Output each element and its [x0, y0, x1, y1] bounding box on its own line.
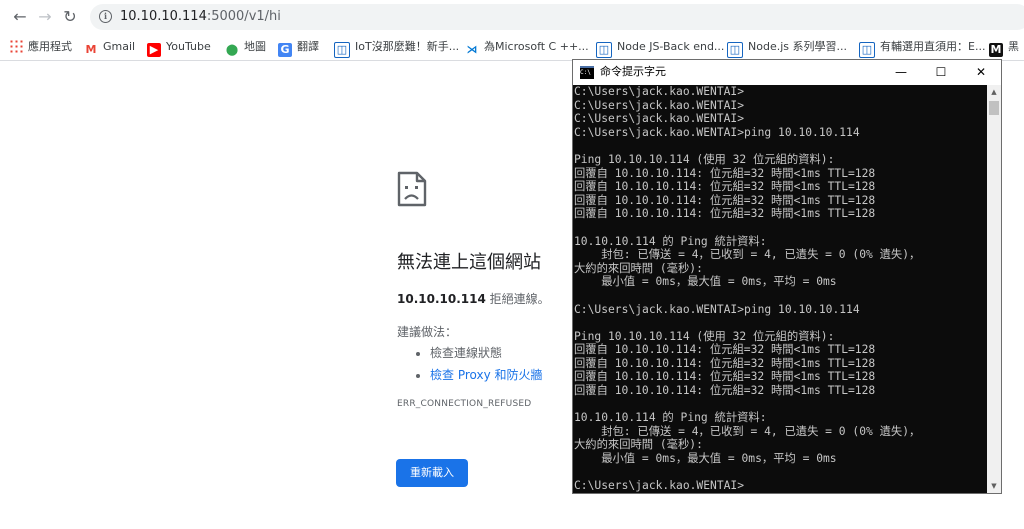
bookmark-label: Node.js 系列學習...: [748, 40, 847, 53]
cmd-line: C:\Users\jack.kao.WENTAI>ping 10.10.10.1…: [574, 302, 860, 316]
cmd-line: 回覆自 10.10.10.114: 位元組=32 時間<1ms TTL=128: [574, 207, 876, 221]
bookmark-label: 黑: [1008, 40, 1019, 53]
dark-site-icon: M: [989, 43, 1003, 57]
cmd-line: C:\Users\jack.kao.WENTAI>: [574, 112, 745, 126]
cmd-titlebar[interactable]: C:\ 命令提示字元 — ☐ ✕: [573, 60, 1001, 85]
cmd-line: C:\Users\jack.kao.WENTAI>: [574, 479, 745, 493]
cmd-line: Ping 10.10.10.114 (使用 32 位元組的資料):: [574, 152, 835, 166]
bookmark-nodejs-series[interactable]: ◫ Node.js 系列學習...: [727, 38, 847, 58]
cmd-line: Ping 10.10.10.114 (使用 32 位元組的資料):: [574, 329, 835, 343]
error-title: 無法連上這個網站: [397, 252, 541, 273]
bookmark-maps[interactable]: ⬤ 地圖: [225, 38, 266, 56]
url-text[interactable]: 10.10.10.114:5000/v1/hi: [120, 8, 281, 26]
bookmark-misc[interactable]: ◫ 有輔選用直須用：E...: [859, 38, 986, 58]
cmd-line: 回覆自 10.10.10.114: 位元組=32 時間<1ms TTL=128: [574, 370, 876, 384]
youtube-icon: ▶: [147, 43, 161, 57]
site-icon: ◫: [334, 42, 350, 58]
bookmark-iot[interactable]: ◫ IoT沒那麼難！新手...: [334, 38, 460, 58]
cmd-line: 10.10.10.114 的 Ping 統計資料:: [574, 234, 767, 248]
cmd-line: 封包: 已傳送 = 4，已收到 = 4, 已遺失 = 0 (0% 遺失)，: [574, 248, 921, 262]
cmd-line: [574, 289, 920, 303]
cmd-line: 最小值 = 0ms，最大值 = 0ms，平均 = 0ms: [574, 275, 837, 289]
gmail-icon: M: [85, 43, 97, 56]
close-button[interactable]: ✕: [961, 60, 1001, 85]
forward-button[interactable]: →: [35, 7, 55, 27]
url-path: :5000/v1/hi: [206, 9, 281, 24]
bookmark-label: 應用程式: [28, 40, 72, 53]
maximize-button[interactable]: ☐: [921, 60, 961, 85]
cmd-line: 大約的來回時間 (毫秒):: [574, 261, 703, 275]
apps-icon: [9, 39, 23, 53]
cmd-line: C:\Users\jack.kao.WENTAI>: [574, 85, 745, 98]
browser-toolbar: ← → ↻ i 10.10.10.114:5000/v1/hi: [0, 0, 1024, 35]
cmd-console[interactable]: C:\Users\jack.kao.WENTAI> C:\Users\jack.k…: [573, 85, 987, 493]
cmd-line: 回覆自 10.10.10.114: 位元組=32 時間<1ms TTL=128: [574, 343, 876, 357]
suggestions-label: 建議做法：: [397, 325, 458, 339]
cmd-line: C:\Users\jack.kao.WENTAI>ping 10.10.10.1…: [574, 125, 860, 139]
cmd-line: 10.10.10.114 的 Ping 統計資料:: [574, 411, 767, 425]
bookmark-apps[interactable]: 應用程式: [9, 38, 72, 56]
bookmark-gmail[interactable]: M Gmail: [84, 38, 136, 56]
suggestion-check-connection: 檢查連線狀態: [430, 342, 543, 364]
bookmark-label: 翻譯: [297, 40, 319, 53]
cmd-line: 回覆自 10.10.10.114: 位元組=32 時間<1ms TTL=128: [574, 356, 876, 370]
cmd-line: 回覆自 10.10.10.114: 位元組=32 時間<1ms TTL=128: [574, 384, 876, 398]
bookmark-microsoft-cpp[interactable]: ⋊ 為Microsoft C ++...: [465, 38, 589, 56]
url-host: 10.10.10.114: [120, 9, 207, 24]
bookmark-label: 有輔選用直須用：E...: [880, 40, 986, 53]
cmd-line: [574, 466, 920, 480]
bookmark-label: 地圖: [244, 40, 266, 53]
reload-icon[interactable]: ↻: [60, 7, 80, 27]
bookmarks-bar: 應用程式 M Gmail ▶ YouTube ⬤ 地圖 G 翻譯 ◫ IoT沒那麼難！新手…: [0, 34, 1024, 61]
cmd-line: [574, 139, 920, 153]
error-host: 10.10.10.114: [397, 292, 486, 306]
cmd-title: 命令提示字元: [600, 65, 666, 78]
bookmark-label: IoT沒那麼難！新手...: [355, 40, 460, 53]
cmd-line: [574, 221, 920, 235]
vscode-icon: ⋊: [466, 43, 478, 56]
cmd-line: [574, 316, 920, 330]
cmd-line: 最小值 = 0ms，最大值 = 0ms，平均 = 0ms: [574, 452, 837, 466]
error-message-text: 拒絕連線。: [485, 292, 550, 306]
cmd-line: 回覆自 10.10.10.114: 位元組=32 時間<1ms TTL=128: [574, 193, 876, 207]
reload-button[interactable]: 重新載入: [396, 459, 468, 487]
cmd-line: 回覆自 10.10.10.114: 位元組=32 時間<1ms TTL=128: [574, 166, 876, 180]
cmd-line: 大約的來回時間 (毫秒):: [574, 438, 703, 452]
translate-icon: G: [278, 43, 292, 57]
cmd-line: C:\Users\jack.kao.WENTAI>: [574, 98, 745, 112]
suggestion-check-proxy-link[interactable]: 檢查 Proxy 和防火牆: [430, 364, 543, 386]
cmd-line: [574, 398, 920, 412]
bookmark-label: 為Microsoft C ++...: [484, 40, 589, 53]
site-icon: ◫: [727, 42, 743, 58]
sad-document-icon: [397, 171, 427, 207]
cmd-line: 回覆自 10.10.10.114: 位元組=32 時間<1ms TTL=128: [574, 180, 876, 194]
cmd-line: 封包: 已傳送 = 4，已收到 = 4, 已遺失 = 0 (0% 遺失)，: [574, 424, 921, 438]
suggestions-list: 檢查連線狀態 檢查 Proxy 和防火牆: [413, 342, 543, 386]
scroll-up-icon[interactable]: ▲: [987, 85, 1001, 99]
bookmark-translate[interactable]: G 翻譯: [278, 38, 319, 57]
minimize-button[interactable]: —: [881, 60, 921, 85]
cmd-window[interactable]: C:\ 命令提示字元 — ☐ ✕ C:\Users\jack.kao.WENTA…: [572, 59, 1002, 494]
bookmark-youtube[interactable]: ▶ YouTube: [147, 38, 211, 57]
error-code: ERR_CONNECTION_REFUSED: [397, 399, 532, 409]
error-message: 10.10.10.114 拒絕連線。: [397, 290, 550, 307]
back-button[interactable]: ←: [10, 7, 30, 27]
bookmark-label: Node JS-Back end...: [617, 40, 725, 53]
bookmark-label: Gmail: [103, 40, 136, 53]
bookmark-dark[interactable]: M黑: [989, 38, 1019, 57]
site-icon: ◫: [596, 42, 612, 58]
scroll-thumb[interactable]: [989, 101, 999, 115]
bookmark-label: YouTube: [166, 40, 211, 53]
site-info-icon[interactable]: i: [99, 10, 112, 23]
cmd-output: C:\Users\jack.kao.WENTAI> C:\Users\jack.k…: [574, 85, 920, 493]
address-bar[interactable]: i 10.10.10.114:5000/v1/hi: [90, 4, 1024, 30]
cmd-app-icon: C:\: [580, 66, 594, 79]
bookmark-nodejs-backend[interactable]: ◫ Node JS-Back end...: [596, 38, 725, 58]
site-icon: ◫: [859, 42, 875, 58]
scroll-down-icon[interactable]: ▼: [987, 479, 1001, 493]
cmd-scrollbar[interactable]: ▲ ▼: [987, 85, 1001, 493]
maps-icon: ⬤: [225, 43, 239, 56]
